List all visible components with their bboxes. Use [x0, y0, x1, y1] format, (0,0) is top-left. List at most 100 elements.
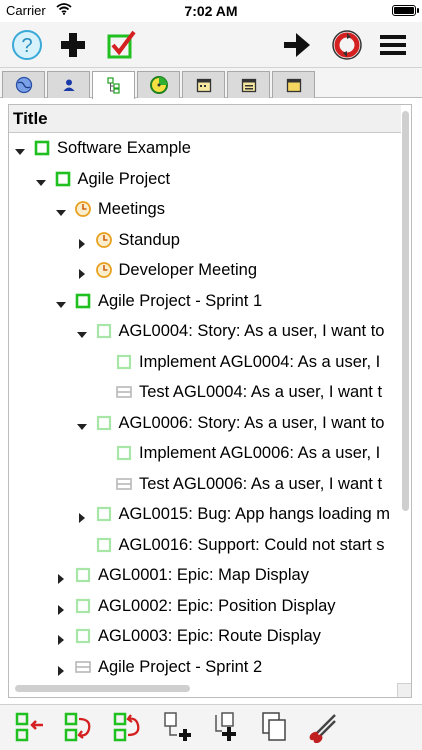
- tree-row[interactable]: AGL0004: Story: As a user, I want to: [9, 316, 401, 346]
- collapse-arrow-icon[interactable]: [35, 174, 46, 186]
- expand-arrow-icon[interactable]: [56, 662, 66, 676]
- collapse-arrow-icon[interactable]: [76, 418, 87, 430]
- tree-row[interactable]: Software Example: [9, 133, 401, 163]
- clock-time: 7:02 AM: [184, 3, 238, 19]
- move-up-button[interactable]: [111, 710, 145, 744]
- tree-row-label: AGL0006: Story: As a user, I want to: [118, 413, 385, 432]
- tree-row[interactable]: Test AGL0004: As a user, I want t: [9, 377, 401, 407]
- tree-row[interactable]: Implement AGL0004: As a user, I: [9, 347, 401, 377]
- tree-row[interactable]: Standup: [9, 225, 401, 255]
- tree-row-label: Standup: [118, 230, 180, 249]
- globe-icon: [15, 76, 32, 94]
- complete-button[interactable]: [104, 28, 138, 62]
- tab-globe[interactable]: [2, 71, 45, 98]
- add-sibling-button[interactable]: [209, 710, 243, 744]
- tree-row[interactable]: AGL0015: Bug: App hangs loading m: [9, 499, 401, 529]
- forward-arrow-icon: [284, 33, 310, 57]
- tab-calendar-1[interactable]: [182, 71, 225, 98]
- calendar-icon: [241, 78, 256, 93]
- battery-icon: [392, 5, 419, 16]
- tree-row-label: Test AGL0006: As a user, I want t: [139, 474, 383, 493]
- task-icon: [33, 139, 51, 157]
- menu-button[interactable]: [376, 28, 410, 62]
- tree-row[interactable]: AGL0003: Epic: Route Display: [9, 621, 401, 651]
- tree-row[interactable]: Test AGL0006: As a user, I want t: [9, 469, 401, 499]
- vertical-scrollbar[interactable]: [402, 111, 409, 511]
- expand-arrow-icon[interactable]: [77, 235, 87, 249]
- add-sibling-icon: [215, 712, 236, 741]
- tree-row[interactable]: Agile Project - Sprint 2: [9, 652, 401, 682]
- tree-row-label: Agile Project: [77, 169, 171, 188]
- group-icon: [115, 383, 133, 401]
- tree-row[interactable]: Implement AGL0006: As a user, I: [9, 438, 401, 468]
- sync-icon: [332, 30, 362, 60]
- scroll-corner: [397, 683, 411, 697]
- group-icon: [74, 658, 92, 676]
- move-down-button[interactable]: [62, 710, 96, 744]
- collapse-arrow-icon[interactable]: [56, 296, 66, 308]
- copy-button[interactable]: [257, 710, 291, 744]
- subtask-icon: [95, 322, 113, 340]
- tree-row-label: Implement AGL0004: As a user, I: [139, 352, 381, 371]
- tree-row-label: Agile Project - Sprint 2: [98, 657, 263, 676]
- bottom-toolbar: [0, 704, 422, 750]
- tree-row-label: Test AGL0004: As a user, I want t: [139, 383, 383, 401]
- expand-arrow-icon[interactable]: [77, 509, 87, 523]
- collapse-arrow-icon[interactable]: [56, 204, 66, 216]
- add-child-button[interactable]: [160, 710, 194, 744]
- tree-row-label: AGL0016: Support: Could not start s: [118, 535, 385, 554]
- cut-button[interactable]: [306, 710, 340, 744]
- column-header-title[interactable]: Title: [9, 105, 401, 133]
- tree-row[interactable]: Meetings: [9, 194, 401, 224]
- tree-row[interactable]: Agile Project - Sprint 1: [9, 286, 401, 316]
- tree-row[interactable]: AGL0001: Epic: Map Display: [9, 560, 401, 590]
- timer-icon: [149, 76, 168, 94]
- task-icon: [74, 292, 92, 310]
- tree-row-label: Meetings: [98, 200, 165, 218]
- tab-user[interactable]: [47, 71, 90, 98]
- copy-icon: [262, 712, 286, 741]
- group-icon: [115, 475, 133, 493]
- tree-row[interactable]: AGL0002: Epic: Position Display: [9, 591, 401, 621]
- expand-arrow-icon[interactable]: [77, 265, 87, 279]
- expand-arrow-icon[interactable]: [56, 570, 66, 584]
- collapse-arrow-icon[interactable]: [76, 326, 87, 338]
- help-button[interactable]: ?: [10, 28, 44, 62]
- tab-tree[interactable]: [92, 71, 135, 99]
- move-down-icon: [64, 712, 91, 742]
- subtask-icon: [74, 597, 92, 615]
- tree-icon: [106, 76, 120, 94]
- subtask-icon: [74, 627, 92, 645]
- svg-text:?: ?: [21, 35, 32, 57]
- tab-timer[interactable]: [137, 71, 180, 98]
- tree-row-label: AGL0001: Epic: Map Display: [98, 566, 309, 584]
- tab-calendar-3[interactable]: [272, 71, 315, 98]
- subtask-icon: [95, 505, 113, 523]
- tree-row[interactable]: Developer Meeting: [9, 255, 401, 285]
- sync-button[interactable]: [330, 28, 364, 62]
- help-icon: ?: [12, 30, 42, 60]
- add-icon: [61, 33, 85, 57]
- expand-arrow-icon[interactable]: [56, 631, 66, 645]
- subtask-icon: [95, 536, 113, 554]
- insert-before-icon: [15, 712, 43, 742]
- view-tabs: [0, 68, 422, 99]
- clock-icon: [95, 231, 113, 249]
- tree-row-label: AGL0015: Bug: App hangs loading m: [118, 505, 391, 523]
- horizontal-scrollbar[interactable]: [15, 685, 190, 692]
- forward-button[interactable]: [280, 28, 314, 62]
- tree-row[interactable]: AGL0016: Support: Could not start s: [9, 530, 401, 560]
- tree-row-label: Implement AGL0006: As a user, I: [139, 444, 381, 462]
- task-icon: [54, 170, 72, 188]
- tree-row-label: Agile Project - Sprint 1: [98, 291, 263, 310]
- add-button[interactable]: [56, 28, 90, 62]
- tab-calendar-2[interactable]: [227, 71, 270, 98]
- tree-row[interactable]: AGL0006: Story: As a user, I want to: [9, 408, 401, 438]
- collapse-arrow-icon[interactable]: [15, 143, 25, 155]
- menu-icon: [380, 35, 406, 55]
- tree-row[interactable]: Agile Project: [9, 164, 401, 194]
- expand-arrow-icon[interactable]: [56, 601, 66, 615]
- tree-view[interactable]: Title Software Example Agile Project Meeti…: [8, 104, 412, 698]
- move-up-icon: [113, 712, 140, 742]
- insert-before-button[interactable]: [13, 710, 47, 744]
